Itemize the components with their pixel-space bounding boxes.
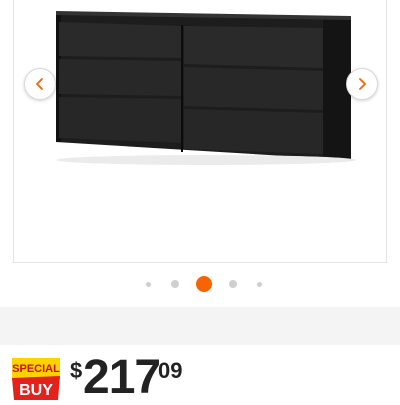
- gallery-pagination: [0, 276, 400, 292]
- special-buy-badge: SPECIAL BUY: [12, 358, 60, 400]
- pagination-dot[interactable]: [146, 282, 151, 287]
- gallery-next-button[interactable]: [346, 68, 378, 100]
- pagination-dot[interactable]: [229, 280, 237, 288]
- price-cents: 09: [158, 358, 183, 383]
- badge-line2: BUY: [19, 382, 53, 399]
- price-dollars: 217: [83, 351, 161, 404]
- product-image-gallery[interactable]: [13, 0, 387, 263]
- chevron-right-icon: [359, 78, 366, 90]
- pagination-dot-active[interactable]: [196, 276, 212, 292]
- badge-line1: SPECIAL: [12, 363, 60, 375]
- pagination-dot[interactable]: [171, 280, 179, 288]
- pagination-dot[interactable]: [257, 282, 262, 287]
- chevron-left-icon: [36, 78, 43, 90]
- gallery-prev-button[interactable]: [24, 68, 56, 100]
- price-currency-symbol: $: [70, 358, 83, 383]
- product-image-dresser[interactable]: [14, 0, 387, 263]
- section-divider: [0, 307, 400, 345]
